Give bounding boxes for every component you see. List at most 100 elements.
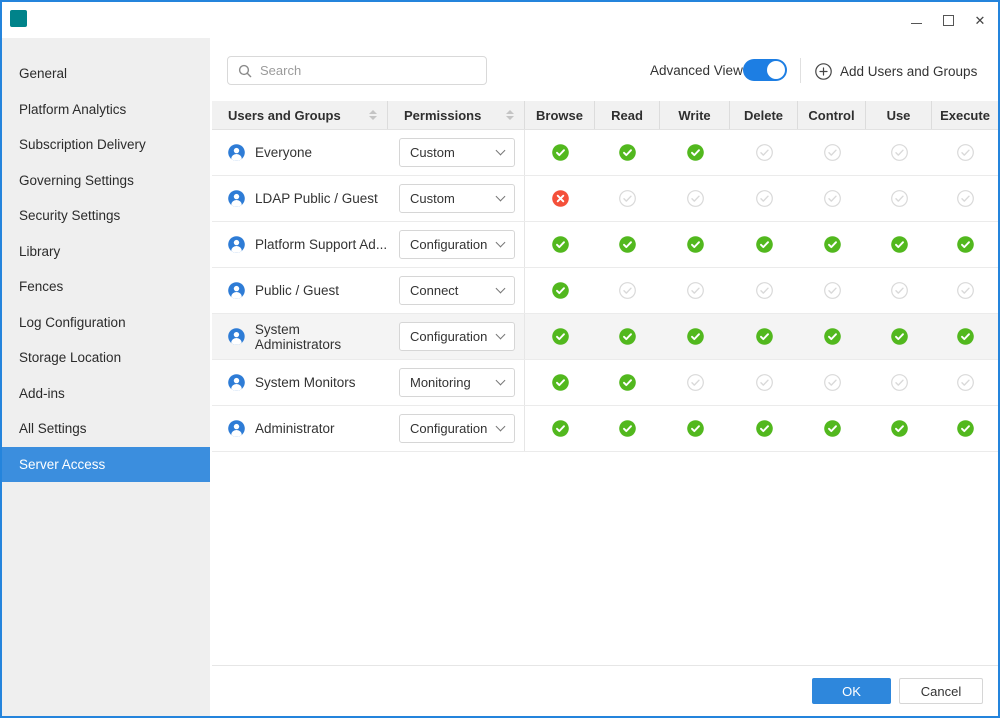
access-cell-execute[interactable] xyxy=(932,222,998,267)
unset-check-icon[interactable] xyxy=(756,190,773,207)
unset-check-icon[interactable] xyxy=(619,282,636,299)
access-cell-delete[interactable] xyxy=(730,222,798,267)
access-cell-control[interactable] xyxy=(798,406,866,451)
granted-check-icon[interactable] xyxy=(756,236,773,253)
access-cell-write[interactable] xyxy=(660,176,730,221)
access-cell-read[interactable] xyxy=(595,268,660,313)
access-cell-write[interactable] xyxy=(660,222,730,267)
granted-check-icon[interactable] xyxy=(824,328,841,345)
unset-check-icon[interactable] xyxy=(891,190,908,207)
access-cell-browse[interactable] xyxy=(525,314,595,359)
sidebar-item-log-configuration[interactable]: Log Configuration xyxy=(2,305,210,341)
access-cell-delete[interactable] xyxy=(730,406,798,451)
access-cell-delete[interactable] xyxy=(730,314,798,359)
access-cell-execute[interactable] xyxy=(932,268,998,313)
access-cell-use[interactable] xyxy=(866,130,932,175)
unset-check-icon[interactable] xyxy=(687,374,704,391)
granted-check-icon[interactable] xyxy=(619,420,636,437)
unset-check-icon[interactable] xyxy=(619,190,636,207)
unset-check-icon[interactable] xyxy=(957,144,974,161)
granted-check-icon[interactable] xyxy=(824,236,841,253)
access-cell-read[interactable] xyxy=(595,360,660,405)
granted-check-icon[interactable] xyxy=(687,420,704,437)
granted-check-icon[interactable] xyxy=(552,328,569,345)
access-cell-use[interactable] xyxy=(866,406,932,451)
sidebar-item-fences[interactable]: Fences xyxy=(2,269,210,305)
unset-check-icon[interactable] xyxy=(824,374,841,391)
access-cell-use[interactable] xyxy=(866,360,932,405)
minimize-button[interactable] xyxy=(908,12,924,28)
sort-arrows-icon[interactable] xyxy=(369,110,377,120)
granted-check-icon[interactable] xyxy=(552,282,569,299)
unset-check-icon[interactable] xyxy=(957,282,974,299)
sidebar-item-add-ins[interactable]: Add-ins xyxy=(2,376,210,412)
sidebar-item-security-settings[interactable]: Security Settings xyxy=(2,198,210,234)
access-cell-read[interactable] xyxy=(595,222,660,267)
granted-check-icon[interactable] xyxy=(891,236,908,253)
permission-dropdown[interactable]: Configuration xyxy=(399,414,515,443)
granted-check-icon[interactable] xyxy=(687,144,704,161)
access-cell-delete[interactable] xyxy=(730,360,798,405)
access-cell-browse[interactable] xyxy=(525,130,595,175)
granted-check-icon[interactable] xyxy=(756,420,773,437)
granted-check-icon[interactable] xyxy=(552,236,569,253)
unset-check-icon[interactable] xyxy=(891,282,908,299)
unset-check-icon[interactable] xyxy=(957,190,974,207)
close-button[interactable]: ✕ xyxy=(972,12,988,28)
column-header-users-and-groups[interactable]: Users and Groups xyxy=(212,101,388,129)
unset-check-icon[interactable] xyxy=(891,144,908,161)
access-cell-use[interactable] xyxy=(866,176,932,221)
granted-check-icon[interactable] xyxy=(552,374,569,391)
cancel-button[interactable]: Cancel xyxy=(899,678,983,704)
granted-check-icon[interactable] xyxy=(756,328,773,345)
maximize-button[interactable] xyxy=(940,12,956,28)
sidebar-item-storage-location[interactable]: Storage Location xyxy=(2,340,210,376)
add-users-and-groups-button[interactable]: Add Users and Groups xyxy=(815,58,977,84)
search-box[interactable] xyxy=(227,56,487,85)
granted-check-icon[interactable] xyxy=(619,236,636,253)
sidebar-item-all-settings[interactable]: All Settings xyxy=(2,411,210,447)
unset-check-icon[interactable] xyxy=(756,282,773,299)
access-cell-write[interactable] xyxy=(660,130,730,175)
unset-check-icon[interactable] xyxy=(687,190,704,207)
access-cell-browse[interactable] xyxy=(525,406,595,451)
unset-check-icon[interactable] xyxy=(687,282,704,299)
granted-check-icon[interactable] xyxy=(687,328,704,345)
granted-check-icon[interactable] xyxy=(891,420,908,437)
denied-x-icon[interactable] xyxy=(552,190,569,207)
unset-check-icon[interactable] xyxy=(756,374,773,391)
access-cell-execute[interactable] xyxy=(932,176,998,221)
unset-check-icon[interactable] xyxy=(891,374,908,391)
sidebar-item-governing-settings[interactable]: Governing Settings xyxy=(2,163,210,199)
advanced-view-toggle[interactable] xyxy=(743,59,787,81)
access-cell-use[interactable] xyxy=(866,268,932,313)
granted-check-icon[interactable] xyxy=(824,420,841,437)
access-cell-write[interactable] xyxy=(660,360,730,405)
access-cell-use[interactable] xyxy=(866,314,932,359)
granted-check-icon[interactable] xyxy=(619,374,636,391)
granted-check-icon[interactable] xyxy=(957,328,974,345)
granted-check-icon[interactable] xyxy=(552,420,569,437)
granted-check-icon[interactable] xyxy=(957,236,974,253)
unset-check-icon[interactable] xyxy=(824,282,841,299)
unset-check-icon[interactable] xyxy=(824,144,841,161)
access-cell-browse[interactable] xyxy=(525,268,595,313)
permission-dropdown[interactable]: Monitoring xyxy=(399,368,515,397)
access-cell-execute[interactable] xyxy=(932,130,998,175)
sidebar-item-library[interactable]: Library xyxy=(2,234,210,270)
unset-check-icon[interactable] xyxy=(824,190,841,207)
access-cell-delete[interactable] xyxy=(730,130,798,175)
access-cell-read[interactable] xyxy=(595,406,660,451)
access-cell-control[interactable] xyxy=(798,360,866,405)
granted-check-icon[interactable] xyxy=(687,236,704,253)
access-cell-read[interactable] xyxy=(595,314,660,359)
access-cell-control[interactable] xyxy=(798,268,866,313)
ok-button[interactable]: OK xyxy=(812,678,891,704)
access-cell-execute[interactable] xyxy=(932,314,998,359)
unset-check-icon[interactable] xyxy=(756,144,773,161)
sidebar-item-general[interactable]: General xyxy=(2,56,210,92)
sort-arrows-icon[interactable] xyxy=(506,110,514,120)
access-cell-write[interactable] xyxy=(660,268,730,313)
permission-dropdown[interactable]: Custom xyxy=(399,138,515,167)
access-cell-read[interactable] xyxy=(595,176,660,221)
